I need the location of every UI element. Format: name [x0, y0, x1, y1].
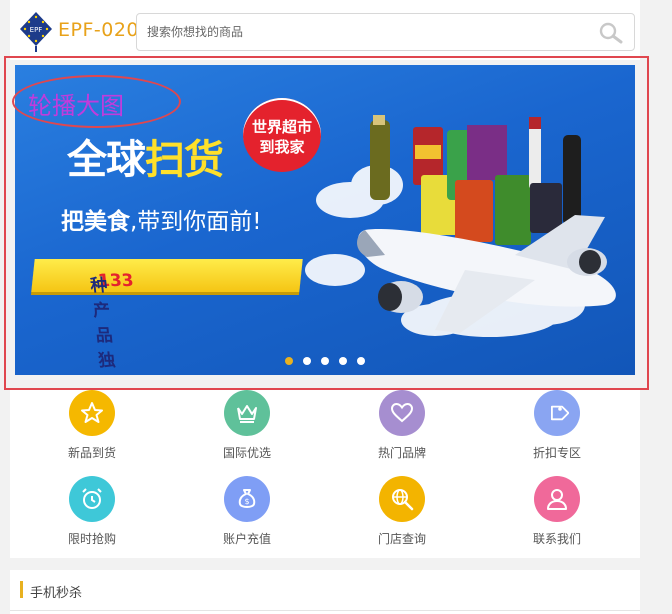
menu-item-discount-zone[interactable]: 折扣专区 — [512, 390, 602, 461]
heart-icon — [379, 390, 425, 436]
search-box — [136, 13, 635, 51]
money-bag-icon: $ — [224, 476, 270, 522]
globe-search-icon — [379, 476, 425, 522]
svg-text:EPF: EPF — [30, 26, 43, 34]
menu-item-contact-us[interactable]: 联系我们 — [512, 476, 602, 547]
menu-label: 热门品牌 — [377, 446, 426, 460]
alarm-clock-icon — [69, 476, 115, 522]
flash-sale-section: 手机秒杀 — [10, 570, 640, 614]
menu-item-global-selection[interactable]: 国际优选 — [202, 390, 292, 461]
section-marker — [20, 581, 23, 598]
menu-item-account-recharge[interactable]: $ 账户充值 — [202, 476, 292, 547]
logo-text[interactable]: EPF-020 — [58, 19, 139, 41]
section-title[interactable]: 手机秒杀 — [30, 582, 82, 601]
search-button[interactable] — [598, 21, 624, 45]
crown-icon — [224, 390, 270, 436]
header: EPF EPF-020 — [10, 0, 640, 60]
svg-text:$: $ — [244, 497, 249, 506]
menu-item-hot-brands[interactable]: 热门品牌 — [357, 390, 447, 461]
menu-label: 账户充值 — [222, 532, 271, 546]
menu-item-new-arrivals[interactable]: 新品到货 — [47, 390, 137, 461]
menu-item-store-locator[interactable]: 门店查询 — [357, 476, 447, 547]
user-icon — [534, 476, 580, 522]
logo-icon[interactable]: EPF — [18, 10, 54, 52]
divider — [10, 610, 640, 611]
annotation-label: 轮播大图 — [28, 92, 124, 120]
menu-label: 限时抢购 — [67, 532, 116, 546]
menu-item-flash-sale[interactable]: 限时抢购 — [47, 476, 137, 547]
menu-label: 折扣专区 — [532, 446, 581, 460]
quick-menu: 新品到货 国际优选 热门品牌 折扣专区 限时抢购 $ 账户充值 门店查询 联系我… — [10, 390, 640, 558]
menu-label: 门店查询 — [377, 532, 426, 546]
search-icon — [599, 22, 623, 44]
menu-label: 新品到货 — [67, 446, 116, 460]
tag-icon — [534, 390, 580, 436]
star-icon — [69, 390, 115, 436]
menu-label: 联系我们 — [532, 532, 581, 546]
search-input[interactable] — [137, 14, 577, 50]
menu-label: 国际优选 — [222, 446, 271, 460]
